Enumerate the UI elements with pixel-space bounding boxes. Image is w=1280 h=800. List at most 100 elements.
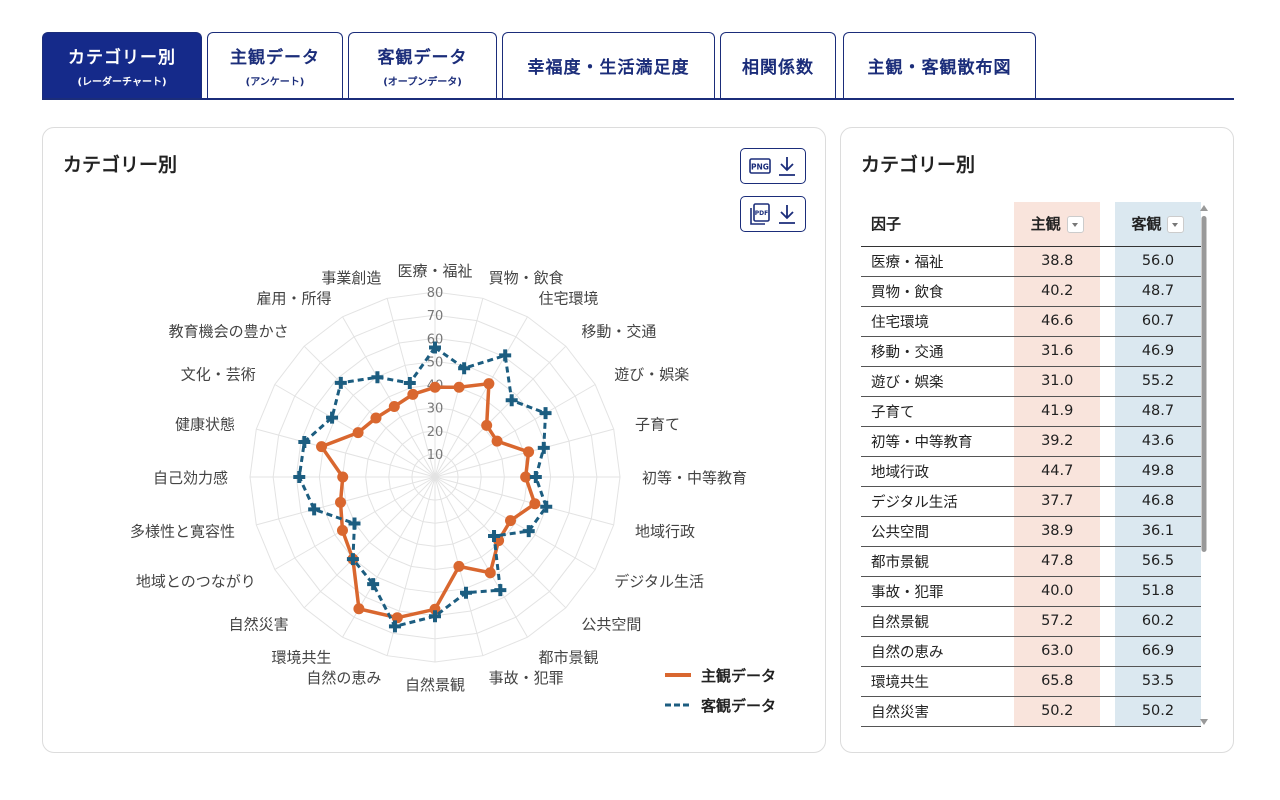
table-row: 地域行政 44.7 49.8 bbox=[861, 456, 1201, 487]
legend-swatch-objective bbox=[665, 703, 691, 707]
factor-cell: 住宅環境 bbox=[861, 306, 1015, 337]
objective-cell: 46.8 bbox=[1114, 486, 1201, 517]
grid-spoke bbox=[434, 476, 528, 638]
data-point-subjective bbox=[491, 435, 503, 447]
category-label: デジタル生活 bbox=[614, 573, 704, 591]
factor-cell: 自然災害 bbox=[861, 696, 1015, 727]
gap-cell bbox=[1100, 366, 1115, 397]
factor-cell: 公共空間 bbox=[861, 516, 1015, 547]
objective-cell: 56.5 bbox=[1114, 546, 1201, 577]
data-point-objective bbox=[539, 407, 552, 420]
table-row: 子育て 41.9 48.7 bbox=[861, 396, 1201, 427]
table-scroll-area[interactable]: 因子 主観 客観 医療・福祉 38.8 56.0 買物・飲食 40.2 48.7 住宅環境 4… bbox=[861, 202, 1201, 732]
gap-cell bbox=[1100, 336, 1115, 367]
subjective-cell: 65.8 bbox=[1014, 666, 1101, 697]
factor-cell: 買物・飲食 bbox=[861, 276, 1015, 307]
category-label: 地域とのつながり bbox=[136, 573, 256, 591]
data-point-objective bbox=[499, 349, 512, 362]
category-label: 都市景観 bbox=[539, 648, 599, 666]
gap-cell bbox=[1100, 516, 1115, 547]
grid-spoke bbox=[434, 476, 614, 526]
tab-scatter[interactable]: 主観・客観散布図 bbox=[843, 32, 1036, 98]
tab-bar: カテゴリー別 (レーダーチャート) 主観データ (アンケート) 客観データ (オ… bbox=[42, 32, 1234, 100]
data-point-subjective bbox=[453, 560, 465, 572]
data-point-subjective bbox=[336, 524, 348, 536]
objective-cell: 56.0 bbox=[1114, 246, 1201, 277]
objective-cell: 53.5 bbox=[1114, 666, 1201, 697]
data-point-subjective bbox=[484, 567, 496, 579]
gap-cell bbox=[1100, 486, 1115, 517]
tab-sublabel: (レーダーチャート) bbox=[77, 77, 167, 88]
chart-panel-title: カテゴリー別 bbox=[63, 154, 178, 176]
legend-item-objective: 客観データ bbox=[663, 690, 776, 720]
tab-label: 主観・客観散布図 bbox=[867, 58, 1012, 78]
gap-cell bbox=[1100, 576, 1115, 607]
gap-cell bbox=[1100, 546, 1115, 577]
category-label: 事業創造 bbox=[321, 269, 381, 287]
data-point-objective bbox=[537, 441, 550, 454]
scrollbar-thumb bbox=[1201, 216, 1207, 552]
sort-icon[interactable] bbox=[1066, 216, 1084, 234]
data-point-subjective bbox=[388, 401, 400, 413]
data-point-objective bbox=[529, 471, 542, 483]
subjective-cell: 44.7 bbox=[1014, 456, 1101, 487]
data-point-subjective bbox=[370, 412, 382, 424]
category-label: 医療・福祉 bbox=[397, 262, 472, 280]
objective-cell: 46.9 bbox=[1114, 336, 1201, 367]
table-panel-title: カテゴリー別 bbox=[861, 154, 976, 176]
factor-cell: デジタル生活 bbox=[861, 486, 1015, 517]
category-label: 雇用・所得 bbox=[256, 290, 331, 308]
png-file-icon: PNG bbox=[749, 158, 771, 174]
data-point-subjective bbox=[352, 427, 364, 439]
table-row: 遊び・娯楽 31.0 55.2 bbox=[861, 366, 1201, 397]
scroll-down-arrow-icon bbox=[1200, 719, 1208, 725]
subjective-cell: 47.8 bbox=[1014, 546, 1101, 577]
tab-objective[interactable]: 客観データ (オープンデータ) bbox=[348, 32, 497, 98]
tab-correlation[interactable]: 相関係数 bbox=[720, 32, 836, 98]
factor-cell: 子育て bbox=[861, 396, 1015, 427]
tab-label: 相関係数 bbox=[742, 58, 814, 78]
table-row: 医療・福祉 38.8 56.0 bbox=[861, 246, 1201, 277]
download-png-button[interactable]: PNG bbox=[740, 148, 806, 184]
objective-cell: 60.2 bbox=[1114, 606, 1201, 637]
tab-subjective[interactable]: 主観データ (アンケート) bbox=[207, 32, 343, 98]
tab-sublabel: (アンケート) bbox=[245, 77, 305, 88]
subjective-cell: 40.0 bbox=[1014, 576, 1101, 607]
table-row: 環境共生 65.8 53.5 bbox=[861, 666, 1201, 697]
tab-sublabel: (オープンデータ) bbox=[383, 77, 462, 88]
tab-wellbeing[interactable]: 幸福度・生活満足度 bbox=[502, 32, 715, 98]
data-point-subjective bbox=[483, 378, 495, 390]
tab-category[interactable]: カテゴリー別 (レーダーチャート) bbox=[42, 32, 202, 98]
table-row: 事故・犯罪 40.0 51.8 bbox=[861, 576, 1201, 607]
tick-label: 70 bbox=[427, 309, 444, 324]
data-point-subjective bbox=[337, 471, 349, 483]
data-point-subjective bbox=[481, 419, 493, 431]
objective-cell: 55.2 bbox=[1114, 366, 1201, 397]
gap-cell bbox=[1100, 636, 1115, 667]
subjective-cell: 38.9 bbox=[1014, 516, 1101, 547]
gap-cell bbox=[1100, 246, 1115, 277]
tick-label: 20 bbox=[427, 425, 444, 440]
category-label: 初等・中等教育 bbox=[642, 469, 747, 487]
table-scrollbar[interactable] bbox=[1199, 204, 1209, 726]
data-point-objective bbox=[293, 471, 306, 483]
data-table: 因子 主観 客観 医療・福祉 38.8 56.0 買物・飲食 40.2 48.7 住宅環境 4… bbox=[861, 202, 1201, 727]
sort-icon[interactable] bbox=[1167, 216, 1185, 234]
gap-cell bbox=[1100, 606, 1115, 637]
subjective-cell: 57.2 bbox=[1014, 606, 1101, 637]
factor-cell: 都市景観 bbox=[861, 546, 1015, 577]
table-row: 公共空間 38.9 36.1 bbox=[861, 516, 1201, 547]
png-label: PNG bbox=[751, 163, 769, 172]
tick-label: 80 bbox=[427, 286, 444, 301]
subjective-cell: 63.0 bbox=[1014, 636, 1101, 667]
objective-cell: 36.1 bbox=[1114, 516, 1201, 547]
header-subjective[interactable]: 主観 bbox=[1014, 202, 1101, 247]
table-row: 買物・飲食 40.2 48.7 bbox=[861, 276, 1201, 307]
table-row: 住宅環境 46.6 60.7 bbox=[861, 306, 1201, 337]
header-gap bbox=[1100, 202, 1115, 247]
subjective-cell: 31.0 bbox=[1014, 366, 1101, 397]
header-objective[interactable]: 客観 bbox=[1114, 202, 1201, 247]
table-row: 自然災害 50.2 50.2 bbox=[861, 696, 1201, 727]
factor-cell: 地域行政 bbox=[861, 456, 1015, 487]
grid-spoke bbox=[303, 476, 436, 609]
